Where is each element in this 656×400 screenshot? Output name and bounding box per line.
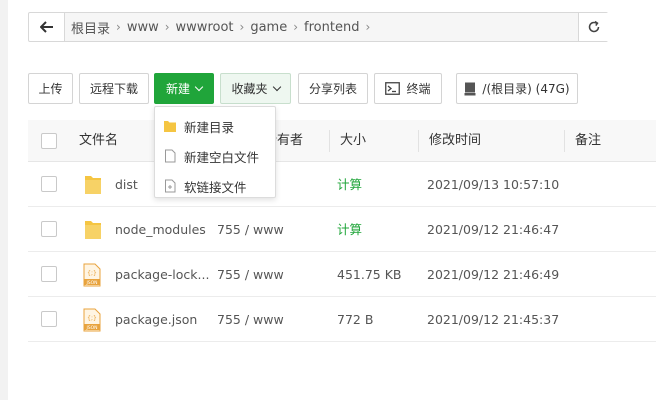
svg-text:JSON: JSON [85,325,97,331]
chevron-right-icon: › [365,20,371,34]
file-name[interactable]: node_modules [115,207,206,252]
breadcrumb-item-wwwroot[interactable]: wwwroot › [176,20,245,35]
chevron-down-icon [194,82,204,91]
share-list-button[interactable]: 分享列表 [298,73,368,104]
menu-item-new-file[interactable]: 新建空白文件 [155,141,275,171]
chevron-right-icon: › [116,20,121,34]
svg-text:{;}: {;} [87,315,97,322]
file-name[interactable]: dist [115,162,138,207]
chevron-right-icon: › [239,20,245,34]
file-size: 772 B [337,312,374,327]
breadcrumb-item-frontend[interactable]: frontend › [304,20,370,35]
breadcrumb-item-game[interactable]: game › [250,20,298,35]
breadcrumb-path: 根目录 › www › wwwroot › game › frontend › [65,13,607,41]
file-name[interactable]: package-lock... [115,252,209,297]
file-permission[interactable]: 755 / www [217,297,284,342]
terminal-button[interactable]: 终端 [374,73,442,104]
column-divider [329,130,330,152]
back-button[interactable] [29,13,65,41]
breadcrumb-item-www[interactable]: www › [127,20,170,35]
file-permission[interactable]: 755 / www [217,207,284,252]
folder-icon [85,221,101,239]
disk-icon [464,82,476,95]
json-file-icon: {;} JSON [83,263,101,287]
file-permission[interactable]: 755 / www [217,252,284,297]
terminal-icon [385,82,401,95]
new-dropdown-button[interactable]: 新建 [154,73,214,104]
column-divider [564,130,565,152]
menu-item-symlink[interactable]: 软链接文件 [155,171,275,201]
file-size-calc[interactable]: 计算 [337,162,362,207]
header-mtime[interactable]: 修改时间 [429,120,481,162]
row-checkbox[interactable] [41,176,57,192]
breadcrumb-item-root[interactable]: 根目录 › [71,18,121,37]
chevron-right-icon: › [293,20,299,34]
arrow-left-icon [39,21,53,33]
file-table-header: 文件名 所有者 大小 修改时间 备注 [28,120,656,162]
row-checkbox[interactable] [41,266,57,282]
svg-text:JSON: JSON [85,280,97,286]
remote-download-button[interactable]: 远程下载 [79,73,149,104]
new-dropdown-menu: 新建目录 新建空白文件 软链接文件 [154,106,276,198]
svg-text:{;}: {;} [87,270,97,277]
row-checkbox[interactable] [41,311,57,327]
file-icon [165,149,176,163]
file-size: 451.75 KB [337,267,402,282]
file-mtime: 2021/09/13 10:57:10 [427,177,560,192]
file-name[interactable]: package.json [115,297,197,342]
breadcrumb: 根目录 › www › wwwroot › game › frontend › [28,12,608,42]
refresh-icon [588,20,599,33]
table-row[interactable]: node_modules 755 / www 计算 2021/09/12 21:… [28,207,656,252]
header-remark[interactable]: 备注 [575,120,601,162]
refresh-button[interactable] [578,13,608,41]
folder-icon [164,121,176,132]
chevron-down-icon [272,82,281,91]
upload-button[interactable]: 上传 [28,73,73,104]
select-all-checkbox[interactable] [41,133,57,149]
file-mtime: 2021/09/12 21:46:49 [427,267,560,282]
header-filename[interactable]: 文件名 [79,120,118,162]
header-size[interactable]: 大小 [340,120,366,162]
column-divider [418,130,419,152]
menu-item-new-folder[interactable]: 新建目录 [155,111,275,141]
folder-icon [85,176,101,194]
file-mtime: 2021/09/12 21:46:47 [427,222,560,237]
favorites-dropdown-button[interactable]: 收藏夹 [220,73,291,104]
table-row[interactable]: {;} JSON package.json 755 / www 772 B 20… [28,297,656,342]
chevron-right-icon: › [164,20,170,34]
left-panel-edge [0,0,8,400]
disk-button[interactable]: /(根目录) (47G) [456,73,578,104]
file-size-calc[interactable]: 计算 [337,207,362,252]
link-file-icon [165,179,176,193]
json-file-icon: {;} JSON [83,308,101,332]
row-checkbox[interactable] [41,221,57,237]
file-mtime: 2021/09/12 21:45:37 [427,312,560,327]
table-row[interactable]: {;} JSON package-lock... 755 / www 451.7… [28,252,656,297]
table-row[interactable]: dist 计算 2021/09/13 10:57:10 [28,162,656,207]
